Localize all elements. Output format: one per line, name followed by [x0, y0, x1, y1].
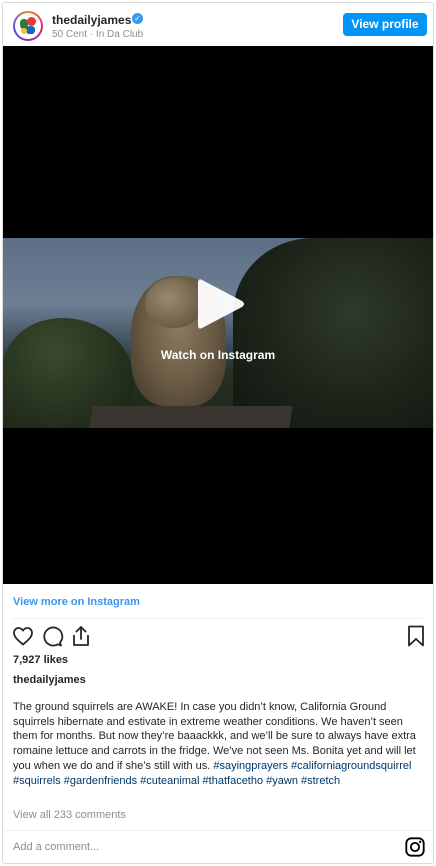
audio-subtitle[interactable]: 50 Cent · In Da Club	[52, 29, 143, 40]
caption-username[interactable]: thedailyjames	[13, 674, 86, 686]
username[interactable]: thedailyjames	[52, 13, 131, 27]
video-thumbnail: Watch on Instagram	[3, 238, 433, 428]
view-more-link[interactable]: View more on Instagram	[13, 596, 140, 608]
watch-on-instagram-label[interactable]: Watch on Instagram	[3, 348, 433, 362]
heart-icon[interactable]	[11, 624, 35, 648]
add-comment-input[interactable]: Add a comment...	[13, 841, 99, 853]
caption: The ground squirrels are AWAKE! In case …	[13, 700, 427, 788]
play-icon[interactable]	[196, 276, 246, 332]
divider	[3, 830, 433, 831]
thumbnail-trees-right	[233, 238, 433, 428]
thumbnail-squirrel-head	[145, 278, 203, 328]
avatar-image	[15, 13, 41, 39]
comment-icon[interactable]	[40, 624, 64, 648]
divider	[13, 618, 423, 619]
view-profile-button[interactable]: View profile	[343, 13, 427, 36]
likes-count[interactable]: 7,927 likes	[13, 654, 68, 666]
avatar[interactable]	[13, 11, 43, 41]
instagram-logo-icon[interactable]	[404, 836, 426, 858]
share-icon[interactable]	[69, 624, 93, 648]
instagram-embed-card: thedailyjames ✓ 50 Cent · In Da Club Vie…	[2, 2, 434, 864]
video-player[interactable]: Watch on Instagram	[3, 46, 433, 584]
action-bar	[3, 624, 433, 648]
thumbnail-ledge	[89, 406, 293, 428]
post-header: thedailyjames ✓ 50 Cent · In Da Club Vie…	[3, 3, 433, 47]
bookmark-icon[interactable]	[404, 624, 428, 648]
verified-badge-icon: ✓	[132, 13, 143, 24]
view-all-comments-link[interactable]: View all 233 comments	[13, 809, 126, 821]
